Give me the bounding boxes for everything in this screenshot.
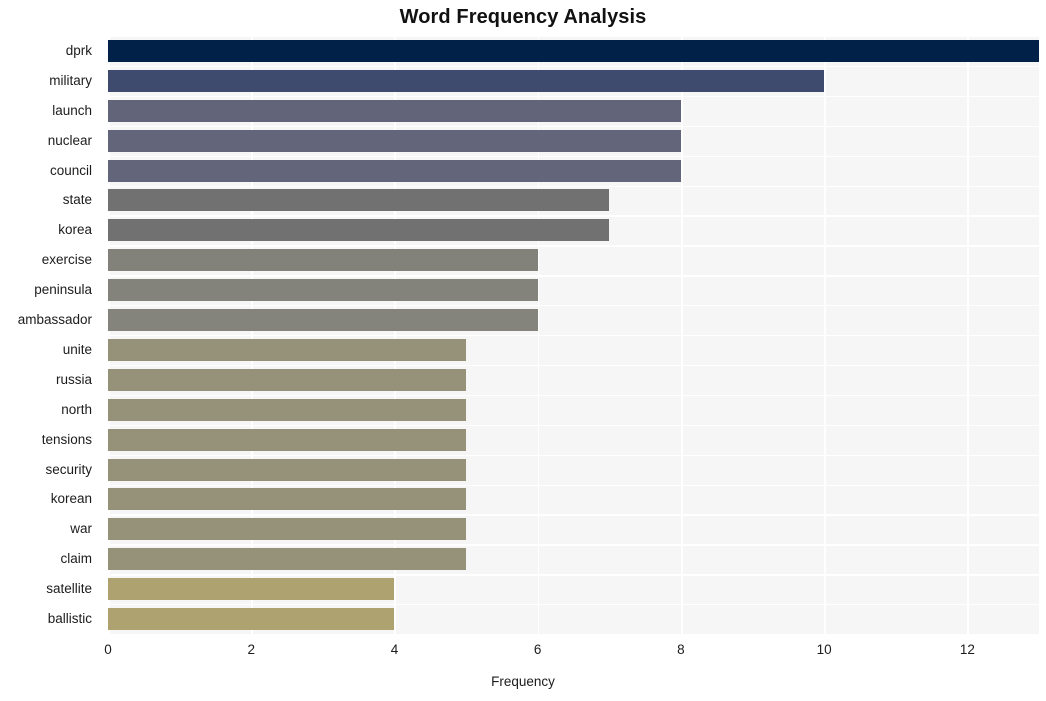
bar[interactable] <box>108 99 681 122</box>
bar[interactable] <box>108 69 825 92</box>
y-tick-label: korean <box>50 491 92 507</box>
bar[interactable] <box>108 428 467 451</box>
y-tick-label: military <box>49 72 92 88</box>
bar[interactable] <box>108 518 467 541</box>
bar-row <box>108 395 1039 425</box>
y-tick-label: security <box>45 461 92 477</box>
x-tick-label: 8 <box>677 642 685 657</box>
bar[interactable] <box>108 129 681 152</box>
bar[interactable] <box>108 279 538 302</box>
bar[interactable] <box>108 309 538 332</box>
bar-row <box>108 574 1039 604</box>
plot-area <box>108 36 1039 636</box>
y-axis-tick-labels: dprk military launch nuclear council state kor… <box>0 36 100 634</box>
bar[interactable] <box>108 159 681 182</box>
bar-row <box>108 245 1039 275</box>
bar-row <box>108 335 1039 365</box>
bar[interactable] <box>108 578 395 601</box>
y-tick-label: state <box>62 192 92 208</box>
bar-row <box>108 544 1039 574</box>
bar[interactable] <box>108 249 538 272</box>
bar[interactable] <box>108 39 1039 62</box>
bar-row <box>108 215 1039 245</box>
bar-row <box>108 305 1039 335</box>
y-tick-label: launch <box>52 102 92 118</box>
bar-row <box>108 514 1039 544</box>
word-frequency-chart: Word Frequency Analysis dprk military laun… <box>0 0 1046 701</box>
y-tick-label: claim <box>60 551 92 567</box>
x-tick-label: 4 <box>390 642 399 657</box>
bar-row <box>108 36 1039 66</box>
y-tick-label: war <box>70 521 92 537</box>
x-tick-label: 12 <box>959 642 975 657</box>
bar[interactable] <box>108 398 467 421</box>
x-axis-tick-labels: 0 2 4 6 8 10 12 <box>104 634 1039 664</box>
bar[interactable] <box>108 608 395 631</box>
y-tick-label: nuclear <box>47 132 92 148</box>
y-tick-label: unite <box>62 341 92 357</box>
x-tick-label: 0 <box>104 642 112 657</box>
bar[interactable] <box>108 458 467 481</box>
x-tick-label: 2 <box>247 642 255 657</box>
y-tick-label: dprk <box>65 42 92 58</box>
bar-row <box>108 604 1039 634</box>
bar-row <box>108 275 1039 305</box>
y-tick-label: russia <box>55 371 92 387</box>
y-tick-label: exercise <box>41 252 92 268</box>
y-tick-label: korea <box>58 222 92 238</box>
y-tick-label: council <box>49 162 92 178</box>
bar-row <box>108 156 1039 186</box>
bar-row <box>108 96 1039 126</box>
bar[interactable] <box>108 189 610 212</box>
y-tick-label: ballistic <box>47 611 92 627</box>
bar[interactable] <box>108 488 467 511</box>
x-axis-title: Frequency <box>491 674 555 689</box>
bar-row <box>108 455 1039 485</box>
y-tick-label: ambassador <box>17 312 92 328</box>
bar[interactable] <box>108 368 467 391</box>
bar-row <box>108 186 1039 216</box>
bar[interactable] <box>108 548 467 571</box>
y-tick-label: tensions <box>41 431 92 447</box>
chart-title: Word Frequency Analysis <box>399 6 647 28</box>
bar-row <box>108 66 1039 96</box>
y-tick-label: peninsula <box>34 282 92 298</box>
bar-row <box>108 485 1039 515</box>
bar-row <box>108 425 1039 455</box>
bar[interactable] <box>108 338 467 361</box>
x-tick-label: 10 <box>816 642 832 657</box>
y-tick-label: north <box>61 401 92 417</box>
bar[interactable] <box>108 219 610 242</box>
y-tick-label: satellite <box>46 581 92 597</box>
x-tick-label: 6 <box>533 642 542 657</box>
bar-row <box>108 365 1039 395</box>
bar-row <box>108 126 1039 156</box>
